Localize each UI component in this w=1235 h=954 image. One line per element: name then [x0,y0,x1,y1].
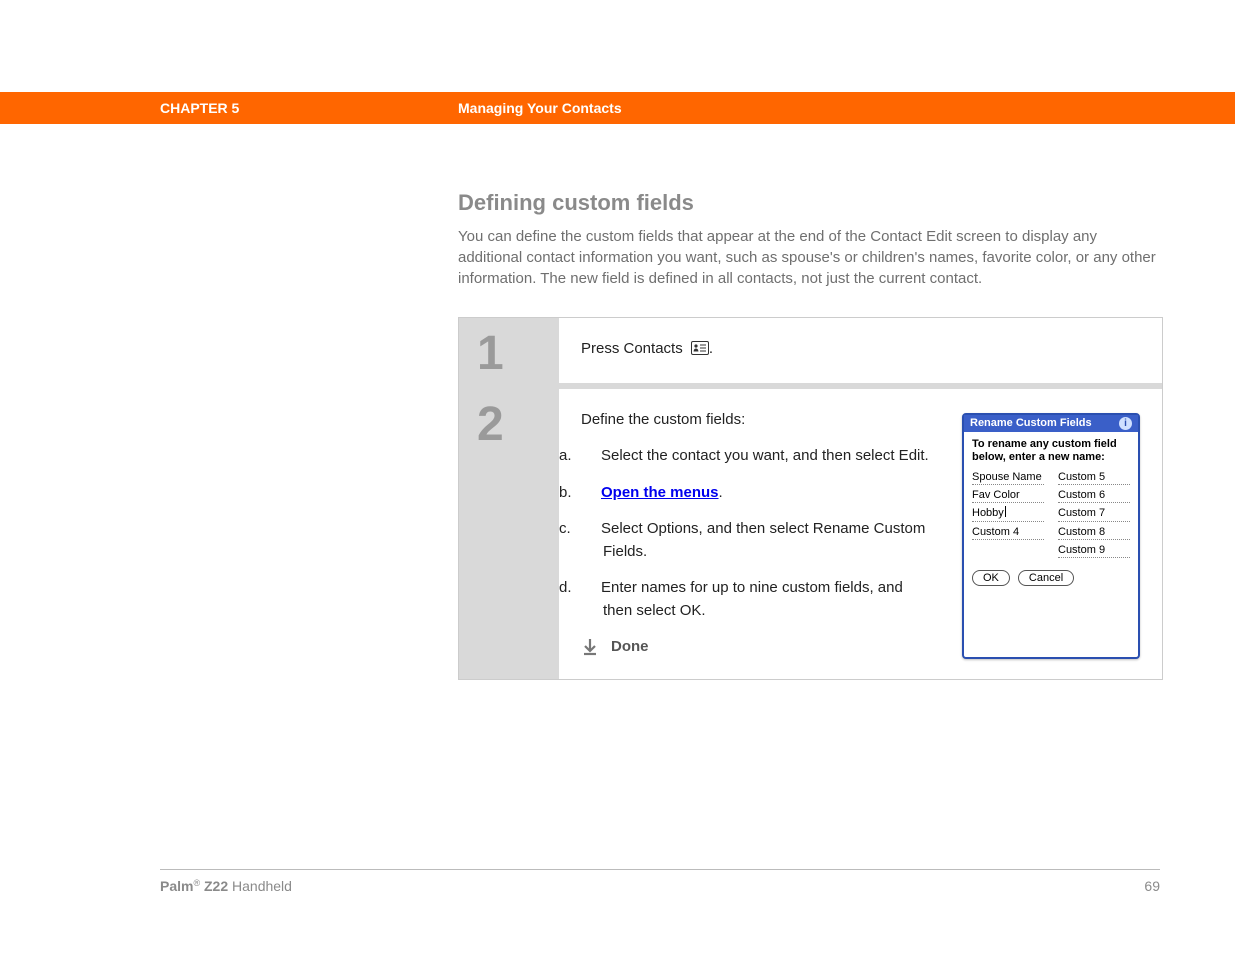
step2-lead: Define the custom fields: [581,409,932,432]
dialog-fields-grid: Spouse Name Custom 5 Fav Color Custom 6 … [972,470,1130,558]
ok-button[interactable]: OK [972,570,1010,586]
custom-field-spacer [972,543,1044,558]
step-text: Press Contacts . [581,338,1140,363]
rename-custom-fields-dialog: Rename Custom Fields i To rename any cus… [962,413,1140,659]
cancel-button[interactable]: Cancel [1018,570,1074,586]
substep-text: Select the contact you want, and then se… [601,447,929,464]
dialog-title-bar: Rename Custom Fields i [964,415,1138,432]
custom-field-input[interactable]: Custom 8 [1058,525,1130,540]
step1-text: Press Contacts [581,340,687,357]
custom-field-input[interactable]: Custom 9 [1058,543,1130,558]
dialog-body: To rename any custom field below, enter … [964,432,1138,595]
step-body: Press Contacts . [559,318,1162,383]
dialog-buttons: OK Cancel [972,570,1130,586]
step-number: 2 [459,389,559,679]
step-text: Define the custom fields: a.Select the c… [581,409,932,659]
model: Z22 [200,878,228,894]
content-area: Defining custom fields You can define th… [458,190,1163,680]
step2-item: a.Select the contact you want, and then … [581,445,932,468]
step2-item: d.Enter names for up to nine custom fiel… [581,577,932,622]
custom-field-input[interactable]: Custom 6 [1058,488,1130,503]
steps-panel: 1 Press Contacts . [458,317,1163,680]
substep-text: Enter names for up to nine custom fields… [601,579,903,619]
section-heading: Defining custom fields [458,190,1163,216]
info-icon[interactable]: i [1119,417,1132,430]
step-number: 1 [459,318,559,383]
dialog-instruction: To rename any custom field below, enter … [972,438,1130,464]
custom-field-input[interactable]: Fav Color [972,488,1044,503]
custom-field-input[interactable]: Custom 5 [1058,470,1130,485]
page-footer: Palm® Z22 Handheld 69 [160,869,1160,894]
substep-text: Select Options, and then select Rename C… [601,520,925,560]
page-number: 69 [1144,878,1160,894]
custom-field-input[interactable]: Custom 4 [972,525,1044,540]
chapter-label: CHAPTER 5 [160,100,239,116]
custom-field-input[interactable]: Hobby [972,506,1044,521]
dialog-title: Rename Custom Fields [970,417,1092,429]
custom-field-input[interactable]: Spouse Name [972,470,1044,485]
substep-label: c. [581,518,601,541]
substep-after: . [719,484,723,501]
chapter-title: Managing Your Contacts [458,100,622,116]
step1-period: . [709,340,713,357]
substep-label: a. [581,445,601,468]
step-body: Define the custom fields: a.Select the c… [559,389,1162,679]
done-arrow-icon [581,638,599,656]
section-intro: You can define the custom fields that ap… [458,226,1163,289]
substep-label: b. [581,482,601,505]
step2-item: c.Select Options, and then select Rename… [581,518,932,563]
step2-item: b.Open the menus. [581,482,932,505]
custom-field-input[interactable]: Custom 7 [1058,506,1130,521]
chapter-header-bar: CHAPTER 5 Managing Your Contacts [0,92,1235,124]
done-label: Done [611,636,649,659]
open-menus-link[interactable]: Open the menus [601,484,719,501]
contacts-icon [691,340,709,363]
product-suffix: Handheld [228,878,292,894]
product-name: Palm® Z22 Handheld [160,878,292,894]
step-row: 1 Press Contacts . [459,318,1162,389]
step-row: 2 Define the custom fields: a.Select the… [459,389,1162,679]
done-row: Done [581,636,932,659]
substep-label: d. [581,577,601,600]
brand: Palm [160,878,193,894]
